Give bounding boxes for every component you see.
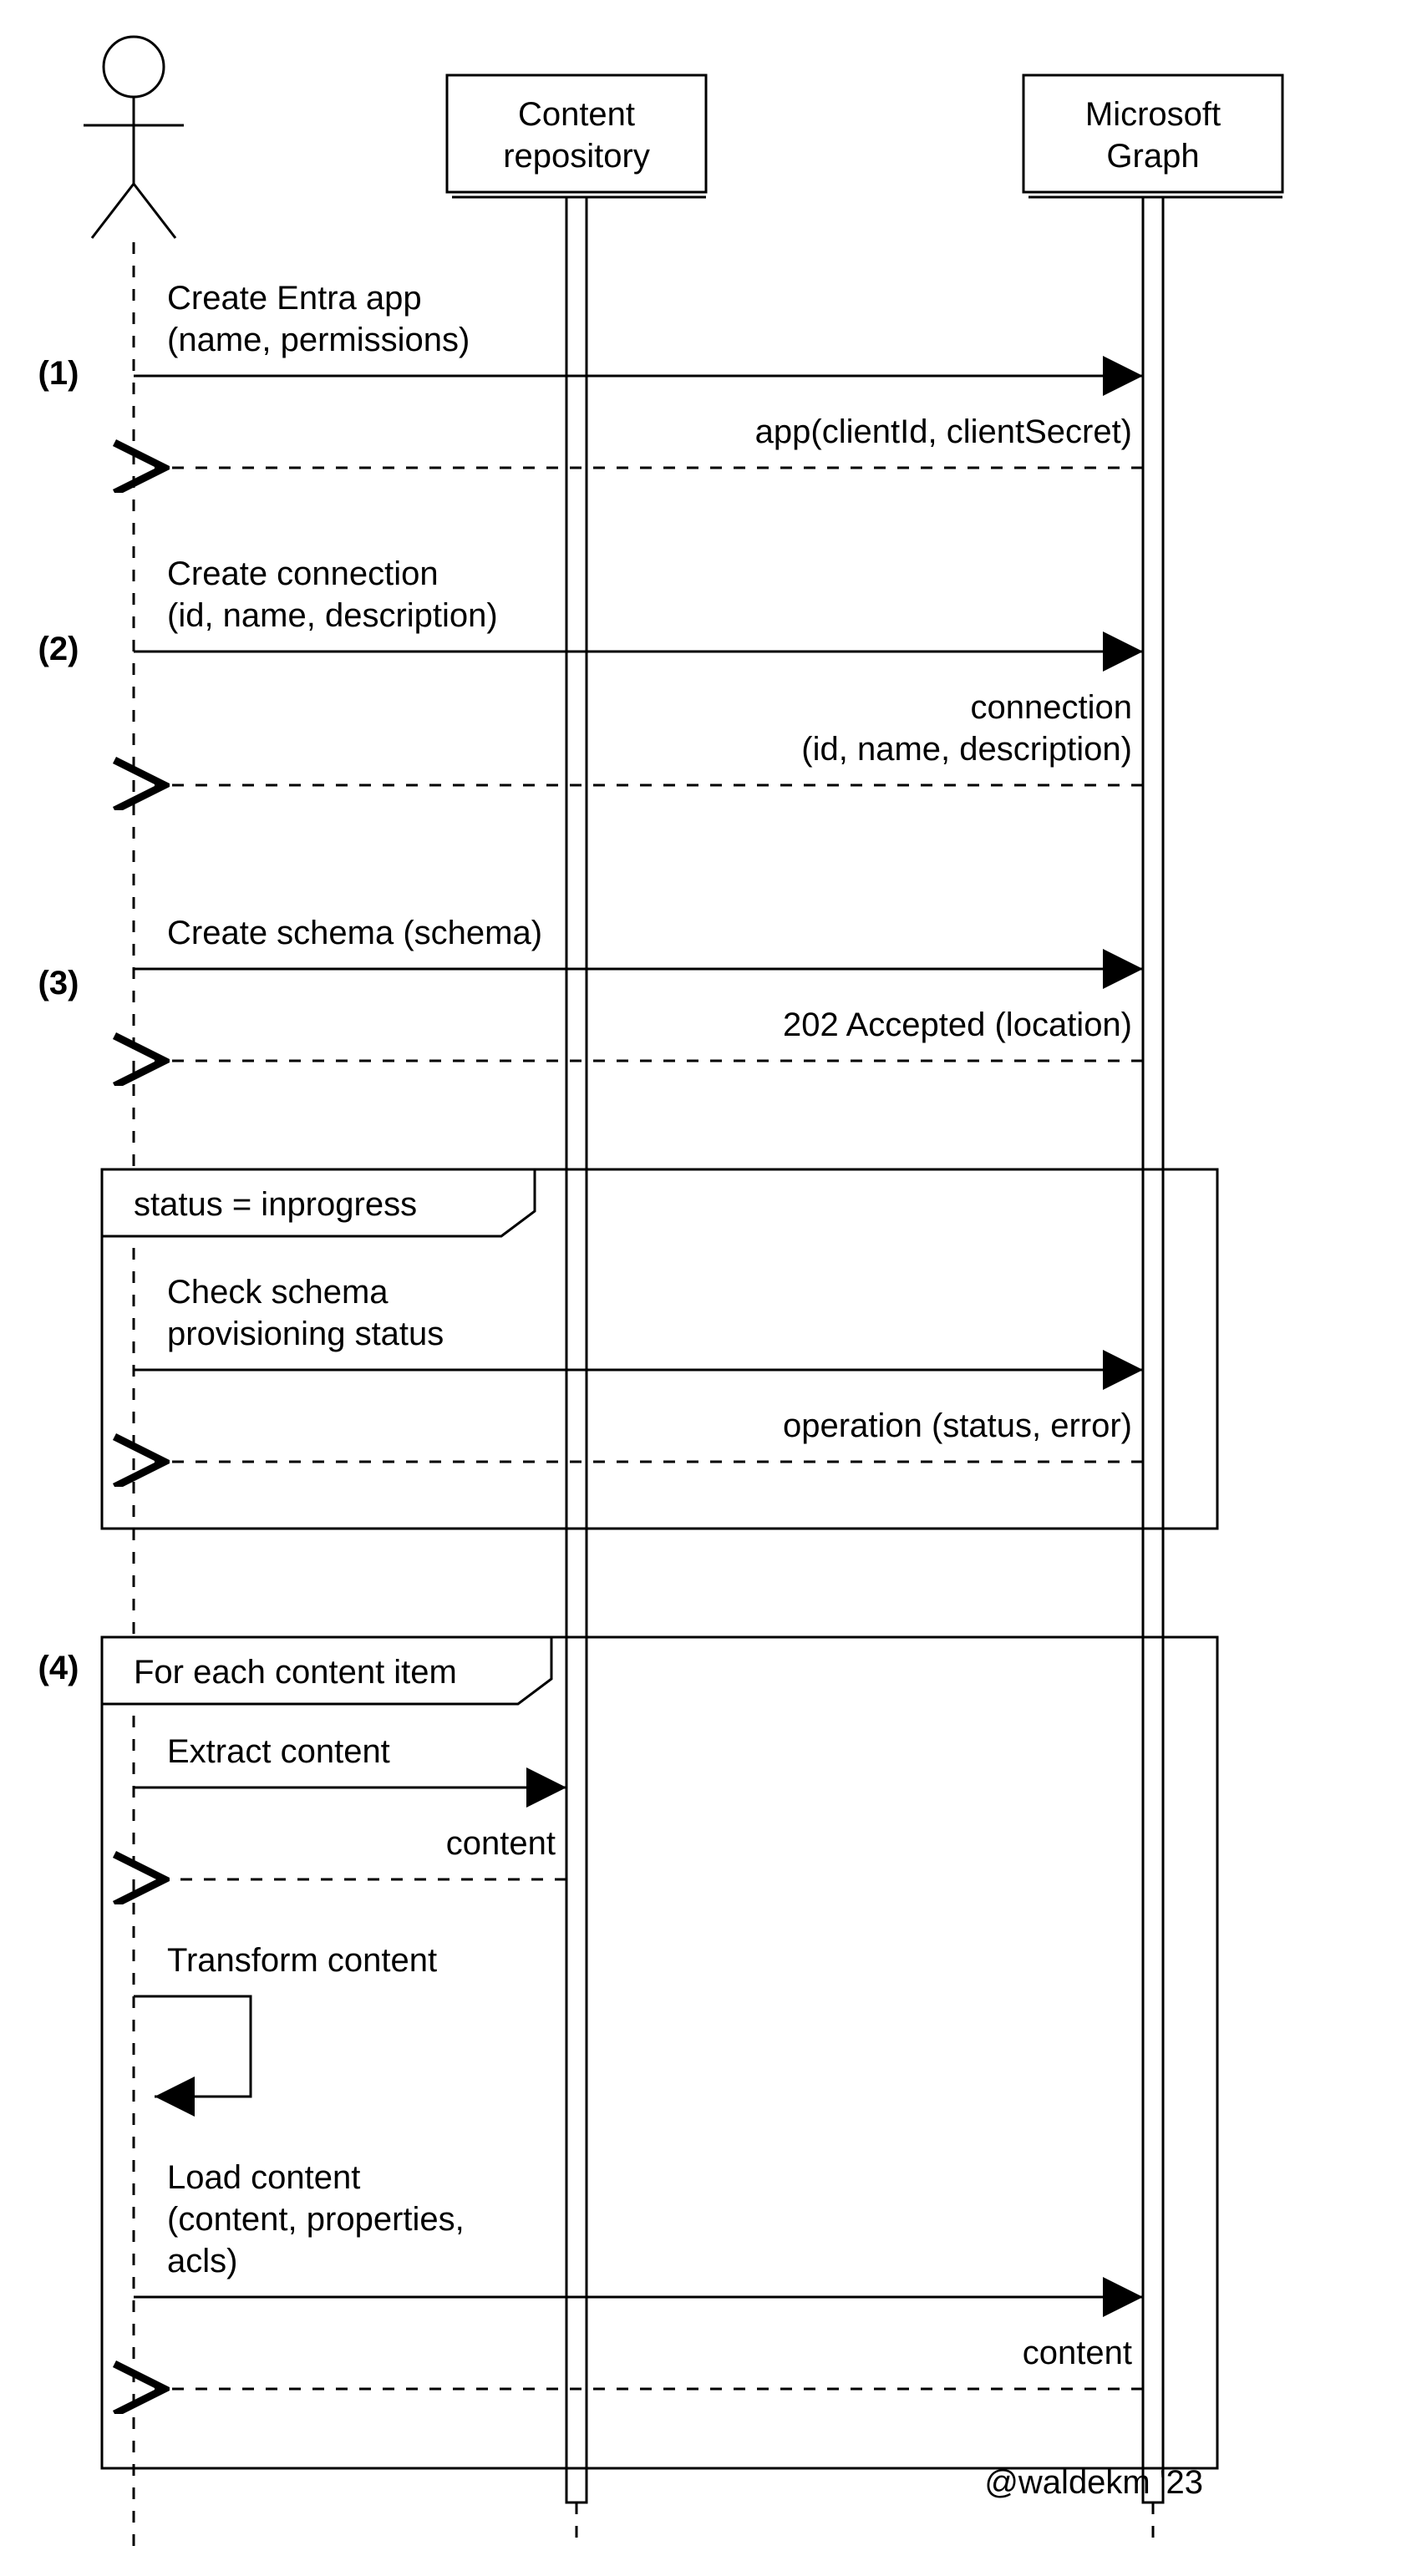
msg-create-connection-line2: (id, name, description)	[167, 597, 498, 634]
sequence-diagram: Content repository Microsoft Graph (1) C…	[0, 0, 1417, 2576]
msg-202-accepted: 202 Accepted (location)	[783, 1007, 1132, 1043]
step-1-label: (1)	[38, 355, 79, 392]
content-repository-label-2: repository	[503, 138, 650, 175]
msg-load-content-line1: Load content	[167, 2159, 360, 2196]
msg-app-response: app(clientId, clientSecret)	[755, 413, 1132, 450]
actor-icon	[84, 37, 184, 238]
msg-create-schema: Create schema (schema)	[167, 915, 542, 951]
step-2-label: (2)	[38, 631, 79, 667]
loop-status-inprogress-label: status = inprogress	[134, 1186, 417, 1223]
loop-for-each-item-label: For each content item	[134, 1654, 457, 1691]
msg-load-content-line2: (content, properties,	[167, 2201, 465, 2238]
msg-extract-content-response: content	[446, 1825, 556, 1862]
footer-credit: @waldekm '23	[984, 2464, 1203, 2501]
msg-connection-response-line1: connection	[971, 689, 1132, 726]
content-repository-head: Content repository	[447, 75, 706, 197]
msg-load-content-line3: acls)	[167, 2243, 237, 2279]
msg-create-connection-line1: Create connection	[167, 555, 439, 592]
msg-extract-content: Extract content	[167, 1733, 390, 1770]
msg-connection-response-line2: (id, name, description)	[801, 731, 1132, 768]
microsoft-graph-head: Microsoft Graph	[1023, 75, 1282, 197]
msg-create-entra-app-line2: (name, permissions)	[167, 322, 470, 358]
msg-create-entra-app-line1: Create Entra app	[167, 280, 422, 317]
msg-load-content-response: content	[1023, 2335, 1132, 2371]
step-4-label: (4)	[38, 1650, 79, 1686]
microsoft-graph-label-1: Microsoft	[1085, 96, 1221, 133]
msg-check-schema-line1: Check schema	[167, 1274, 389, 1311]
msg-check-schema-line2: provisioning status	[167, 1316, 444, 1352]
msg-operation-status: operation (status, error)	[783, 1407, 1132, 1444]
content-repository-label-1: Content	[518, 96, 635, 133]
microsoft-graph-label-2: Graph	[1106, 138, 1199, 175]
msg-transform-content: Transform content	[167, 1942, 437, 1979]
step-3-label: (3)	[38, 965, 79, 1001]
